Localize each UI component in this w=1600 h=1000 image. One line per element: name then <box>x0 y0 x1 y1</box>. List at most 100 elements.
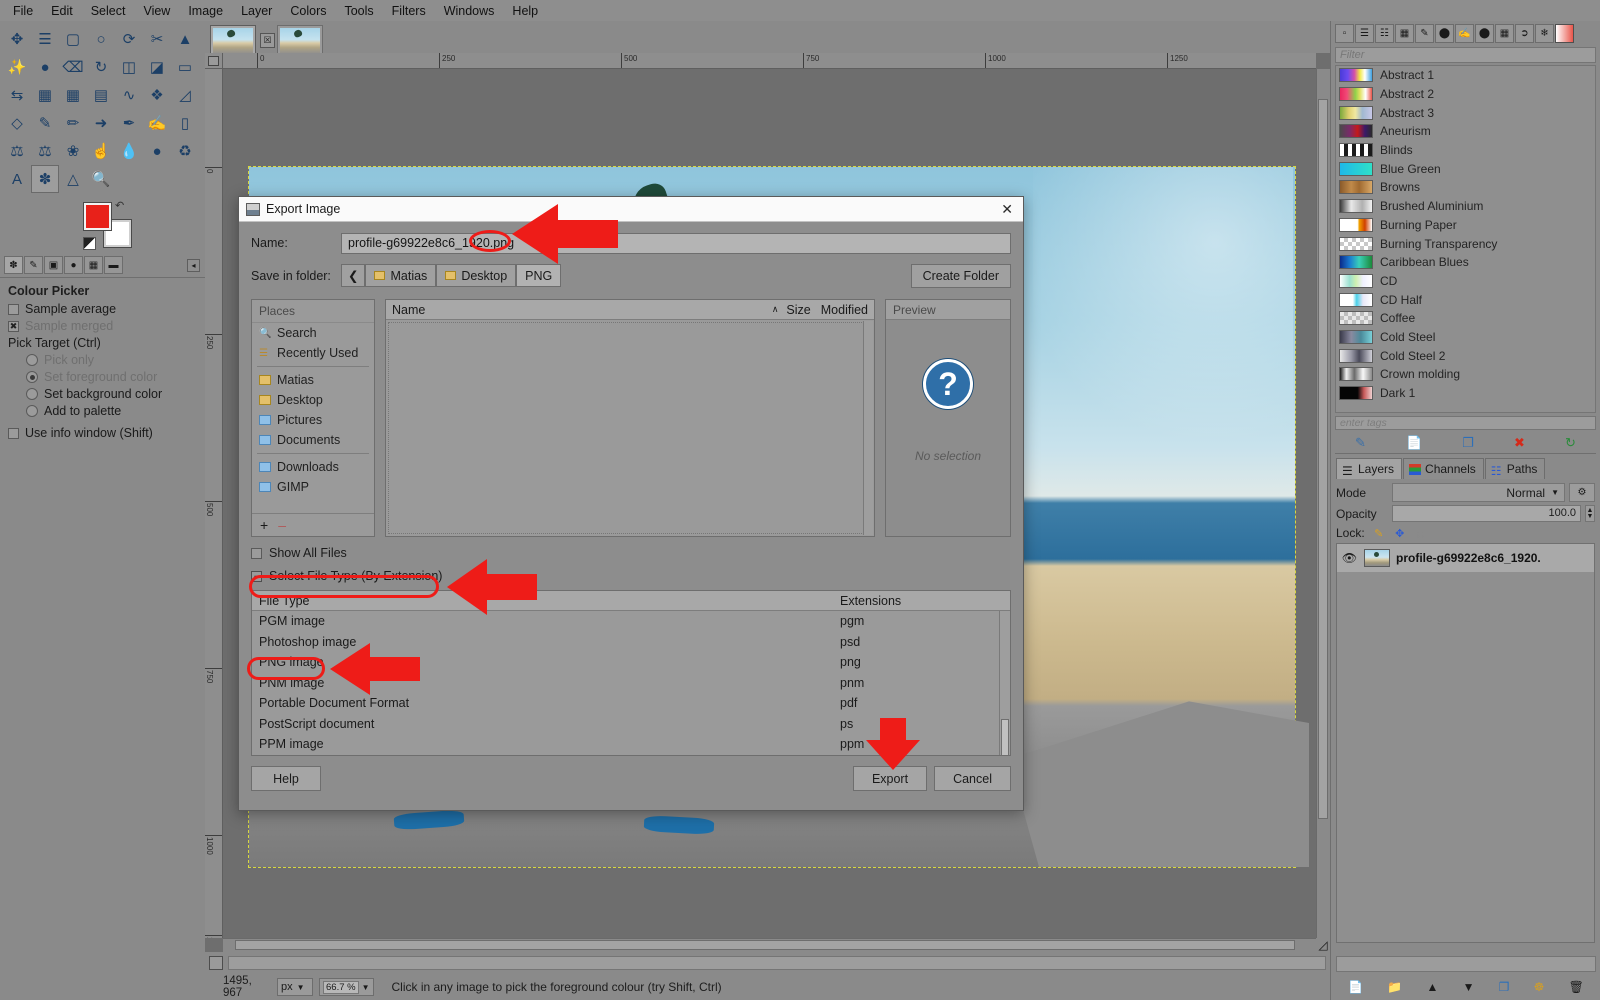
close-image-icon[interactable]: ☒ <box>260 33 275 48</box>
filename-input[interactable]: profile-g69922e8c6_1920 .png <box>341 232 1011 254</box>
tab-templates[interactable]: ▦ <box>1395 24 1414 43</box>
list-item[interactable]: CD Half <box>1336 290 1595 309</box>
select-by-color-icon[interactable]: ● <box>31 53 59 81</box>
sort-ascending-icon[interactable]: ∧ <box>772 304 779 315</box>
chevron-down-icon[interactable]: ▼ <box>1551 488 1559 497</box>
place-matias[interactable]: Matias <box>252 370 374 390</box>
column-header-file-type[interactable]: File Type <box>252 594 840 608</box>
menu-item-tools[interactable]: Tools <box>335 2 382 20</box>
layer-blend-space-icon[interactable]: ⚙ <box>1569 483 1595 502</box>
scrollbar-thumb[interactable] <box>1001 719 1009 755</box>
smudge-tool-icon[interactable]: ☝ <box>87 137 115 165</box>
list-item[interactable]: Abstract 3 <box>1336 103 1595 122</box>
scrollbar-thumb[interactable] <box>1318 99 1328 819</box>
list-item[interactable]: Brushed Aluminium <box>1336 197 1595 216</box>
place-pictures[interactable]: Pictures <box>252 410 374 430</box>
menu-item-filters[interactable]: Filters <box>383 2 435 20</box>
list-item[interactable]: Aneurism <box>1336 122 1595 141</box>
tab-device-status[interactable]: ✎ <box>24 256 43 274</box>
column-header-name[interactable]: Name <box>392 303 772 317</box>
lock-alpha-icon[interactable]: ▦ <box>1414 526 1428 540</box>
radio-selected-icon[interactable] <box>26 371 38 383</box>
breadcrumb-matias[interactable]: Matias <box>365 264 437 287</box>
airbrush-tool-icon[interactable]: ➜ <box>87 109 115 137</box>
delete-layer-icon[interactable]: 🗑 <box>1569 980 1584 994</box>
column-header-modified[interactable]: Modified <box>821 303 868 317</box>
delete-gradient-icon[interactable]: ✖ <box>1514 435 1525 451</box>
duplicate-gradient-icon[interactable]: ❐ <box>1462 435 1474 451</box>
rectangle-select-icon[interactable]: ▢ <box>59 25 87 53</box>
table-row[interactable]: PGM image pgm <box>252 611 1010 632</box>
chevron-down-icon[interactable]: ▼ <box>362 983 370 992</box>
radio-icon[interactable] <box>26 354 38 366</box>
menu-item-help[interactable]: Help <box>503 2 547 20</box>
option-use-info-window[interactable]: Use info window (Shift) <box>8 426 199 440</box>
unit-selector[interactable]: px ▼ <box>277 978 313 996</box>
cancel-button[interactable]: Cancel <box>934 766 1011 791</box>
paintbrush-tool-icon[interactable]: ✎ <box>31 109 59 137</box>
dodge-burn-icon[interactable]: ● <box>143 137 171 165</box>
column-header-extensions[interactable]: Extensions <box>840 594 1010 608</box>
mypaint-brush-icon[interactable]: ✍ <box>143 109 171 137</box>
ink-tool-icon[interactable]: ✒ <box>115 109 143 137</box>
lock-pixels-icon[interactable]: ✎ <box>1372 526 1386 540</box>
new-gradient-icon[interactable]: 📄 <box>1406 435 1422 451</box>
perspective-clone-icon[interactable]: ❀ <box>59 137 87 165</box>
table-row[interactable]: Photoshop image psd <box>252 632 1010 653</box>
place-documents[interactable]: Documents <box>252 430 374 450</box>
chevron-down-icon[interactable]: ▼ <box>297 983 305 992</box>
menu-item-file[interactable]: File <box>4 2 42 20</box>
paths-tool-icon[interactable]: ❖ <box>143 81 171 109</box>
gradient-tag-input[interactable]: enter tags <box>1335 416 1596 430</box>
pencil-tool-icon[interactable]: ✏ <box>59 109 87 137</box>
menu-item-image[interactable]: Image <box>179 2 232 20</box>
add-place-icon[interactable]: + <box>260 517 268 533</box>
dock-menu-icon[interactable]: ◂ <box>187 258 200 272</box>
scrollbar-thumb[interactable] <box>235 940 1295 950</box>
list-item[interactable]: CD <box>1336 272 1595 291</box>
file-type-list[interactable]: File Type Extensions PGM image pgm Photo… <box>251 590 1011 756</box>
table-row[interactable]: PostScript document ps <box>252 714 1010 735</box>
checkbox-icon[interactable] <box>251 547 262 559</box>
gradient-filter-input[interactable]: Filter <box>1335 47 1596 63</box>
perspective-tool-icon[interactable]: ▭ <box>171 53 199 81</box>
tab-patterns[interactable]: ▦ <box>1495 24 1514 43</box>
handle-transform-icon[interactable]: ▦ <box>59 81 87 109</box>
gradient-tool-icon[interactable]: ◇ <box>3 109 31 137</box>
create-folder-button[interactable]: Create Folder <box>910 263 1011 288</box>
breadcrumb-desktop[interactable]: Desktop <box>436 264 517 287</box>
tab-undo-history[interactable]: ▣ <box>44 256 63 274</box>
list-item[interactable]: Browns <box>1336 178 1595 197</box>
tab-gradients[interactable] <box>1555 24 1574 43</box>
heal-tool-icon[interactable]: ⚖ <box>31 137 59 165</box>
radio-pick-only[interactable]: Pick only <box>26 353 199 367</box>
raise-layer-icon[interactable]: ▲ <box>1426 980 1438 994</box>
close-icon[interactable]: ✕ <box>998 201 1016 218</box>
tab-paths[interactable]: ☷ Paths <box>1484 458 1546 479</box>
file-list[interactable]: Name ∧ Size Modified <box>385 299 875 537</box>
color-picker-tool-icon[interactable]: ✽ <box>31 165 59 193</box>
menu-item-select[interactable]: Select <box>82 2 135 20</box>
zoom-value[interactable]: 66.7 % <box>323 980 359 994</box>
list-item[interactable]: Crown molding <box>1336 365 1595 384</box>
menu-item-view[interactable]: View <box>134 2 179 20</box>
mode-dropdown[interactable]: Normal ▼ <box>1392 483 1565 502</box>
expander-collapse-icon[interactable]: − <box>251 570 262 582</box>
list-item[interactable]: Burning Paper <box>1336 216 1595 235</box>
export-button[interactable]: Export <box>852 766 928 791</box>
tab-document-history[interactable]: ☷ <box>1375 24 1394 43</box>
list-item[interactable]: Blue Green <box>1336 159 1595 178</box>
navigation-preview-icon[interactable]: ◿ <box>1316 938 1330 952</box>
place-downloads[interactable]: Downloads <box>252 457 374 477</box>
list-item[interactable]: Coffee <box>1336 309 1595 328</box>
table-row[interactable]: Portable Document Format pdf <box>252 693 1010 714</box>
clone-tool-icon[interactable]: ⚖ <box>3 137 31 165</box>
tab-buffers[interactable]: ▫ <box>1335 24 1354 43</box>
horizontal-ruler[interactable]: 0 250 500 750 1000 1250 1500 1750 <box>223 53 1316 69</box>
canvas-horizontal-scrollbar[interactable] <box>223 938 1316 952</box>
eraser-tool-icon[interactable]: ▯ <box>171 109 199 137</box>
lower-layer-icon[interactable]: ▼ <box>1463 980 1475 994</box>
scale-tool-icon[interactable]: ◫ <box>115 53 143 81</box>
new-layer-icon[interactable]: 📄 <box>1348 980 1363 994</box>
tab-palettes[interactable]: ❄ <box>1535 24 1554 43</box>
